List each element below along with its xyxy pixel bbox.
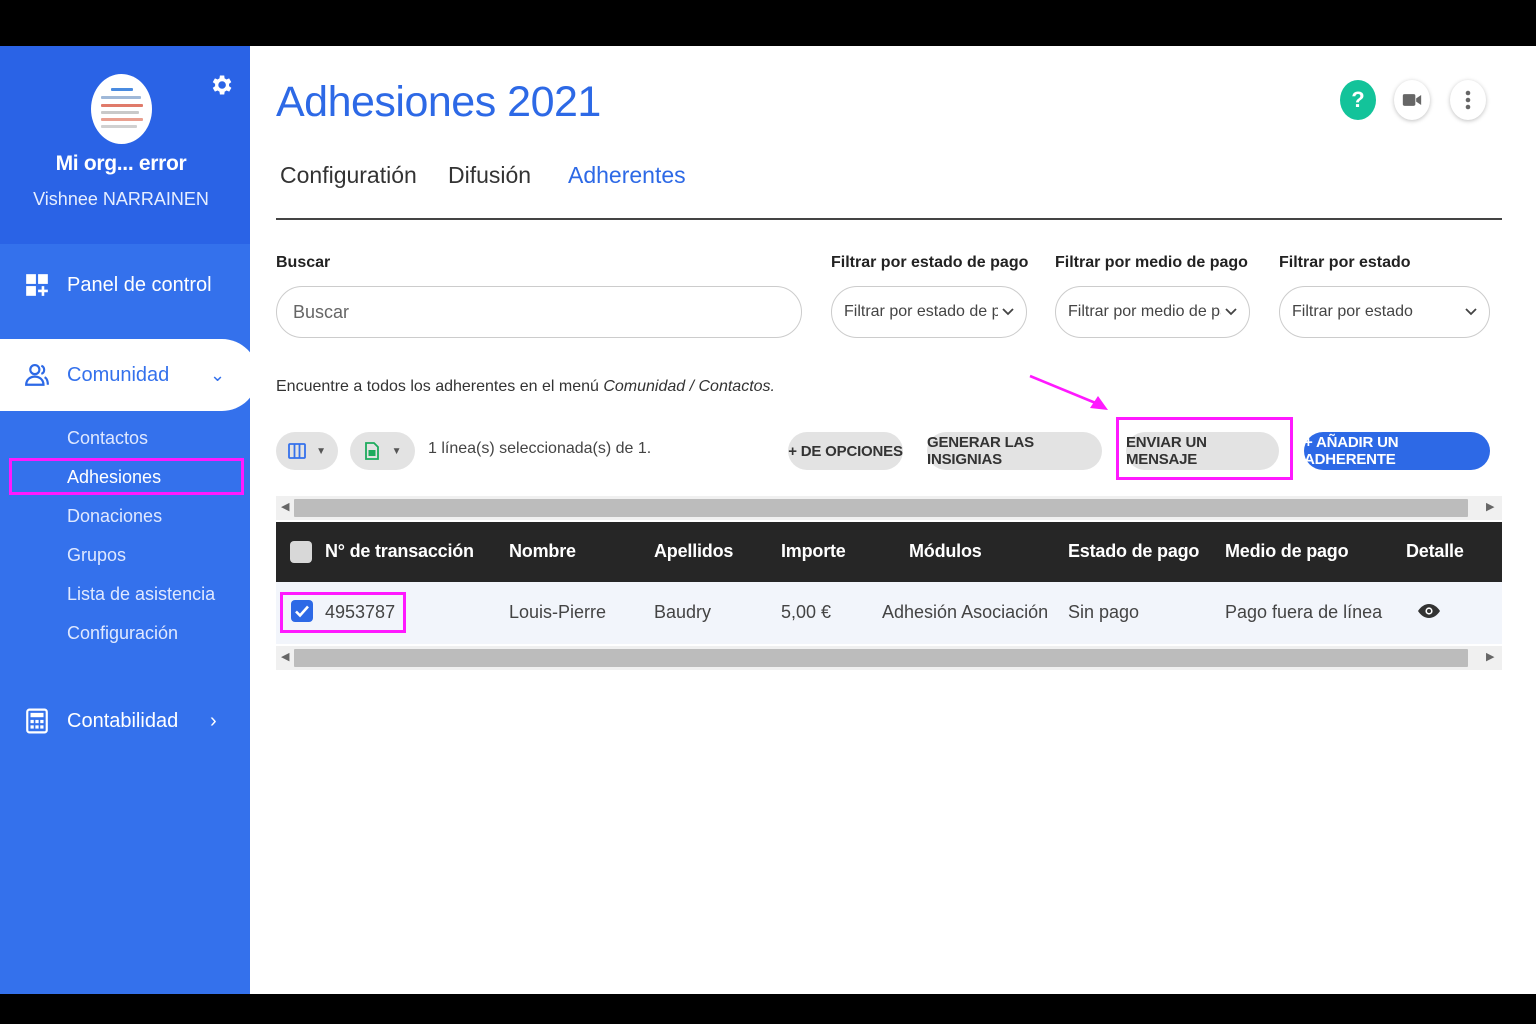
- select-all-checkbox[interactable]: [290, 541, 312, 563]
- submenu-attendance[interactable]: Lista de asistencia: [67, 584, 215, 605]
- payment-method-label: Filtrar por medio de pago: [1055, 254, 1248, 271]
- annotation-highlight-row: [280, 592, 406, 633]
- cell-module: Adhesión Asociación: [882, 602, 1049, 622]
- letterbox-top: [0, 0, 1536, 46]
- search-label: Buscar: [276, 254, 331, 271]
- column-header[interactable]: Nombre: [509, 541, 576, 562]
- letterbox-bottom: [0, 994, 1536, 1024]
- tab-configuration[interactable]: Configuratión: [280, 162, 417, 189]
- app-window: Mi org... error Vishnee NARRAINEN Panel …: [0, 46, 1536, 994]
- sidebar-item-label: Panel de control: [67, 273, 212, 296]
- cell-payment-method: Pago fuera de línea: [1225, 602, 1383, 622]
- scroll-left-icon[interactable]: ◀: [281, 500, 289, 513]
- column-header[interactable]: Módulos: [909, 541, 982, 562]
- scroll-right-icon[interactable]: ▶: [1486, 650, 1494, 663]
- column-header[interactable]: Apellidos: [654, 541, 733, 562]
- cell-first-name: Louis-Pierre: [509, 602, 607, 622]
- column-header[interactable]: Importe: [781, 541, 846, 562]
- table-header: N° de transacción Nombre Apellidos Impor…: [276, 522, 1502, 582]
- help-button[interactable]: ?: [1340, 80, 1376, 120]
- column-header[interactable]: Detalle: [1406, 541, 1464, 562]
- column-header[interactable]: N° de transacción: [325, 541, 474, 562]
- org-name: Mi org... error: [55, 152, 187, 175]
- submenu-groups[interactable]: Grupos: [67, 545, 126, 566]
- annotation-highlight-memberships: [9, 458, 244, 495]
- state-label: Filtrar por estado: [1279, 254, 1411, 271]
- tab-diffusion[interactable]: Difusión: [448, 162, 531, 189]
- dashboard-icon: [26, 274, 48, 296]
- more-vertical-icon: [1465, 90, 1471, 110]
- submenu-contacts[interactable]: Contactos: [67, 428, 148, 449]
- contacts-hint: Encuentre a todos los adherentes en el m…: [276, 378, 775, 396]
- export-button[interactable]: ▼: [350, 432, 415, 470]
- table-row[interactable]: 4953787 Louis-Pierre Baudry 5,00 € Adhes…: [276, 582, 1502, 644]
- annotation-arrow: [1029, 374, 1108, 410]
- user-name: Vishnee NARRAINEN: [33, 189, 209, 209]
- submenu-donations[interactable]: Donaciones: [67, 506, 162, 527]
- state-value: Filtrar por estado: [1292, 303, 1413, 320]
- submenu-configuration[interactable]: Configuración: [67, 623, 178, 644]
- column-header[interactable]: Estado de pago: [1068, 541, 1199, 562]
- table-scrollbar-bottom[interactable]: ◀ ▶: [276, 646, 1502, 670]
- column-header[interactable]: Medio de pago: [1225, 541, 1349, 562]
- chevron-down-icon: [1002, 308, 1014, 316]
- search-input[interactable]: [276, 286, 802, 338]
- sidebar-item-community[interactable]: Comunidad ⌄: [0, 339, 258, 411]
- payment-state-label: Filtrar por estado de pago: [831, 254, 1029, 271]
- generate-badges-button[interactable]: GENERAR LAS INSIGNIAS: [927, 432, 1102, 470]
- columns-icon: [288, 443, 307, 459]
- tab-divider: [276, 218, 1502, 220]
- cell-payment-state: Sin pago: [1068, 602, 1140, 622]
- columns-toggle-button[interactable]: ▼: [276, 432, 338, 470]
- chevron-down-icon: [1225, 308, 1237, 316]
- org-block: Mi org... error Vishnee NARRAINEN: [0, 46, 250, 244]
- hint-path: Comunidad / Contactos.: [603, 378, 775, 395]
- more-options-button[interactable]: + DE OPCIONES: [788, 432, 903, 470]
- payment-method-select[interactable]: Filtrar por medio de pago: [1055, 286, 1250, 338]
- tab-members[interactable]: Adherentes: [568, 162, 686, 189]
- scroll-left-icon[interactable]: ◀: [281, 650, 289, 663]
- sidebar-item-label: Comunidad: [67, 363, 170, 386]
- sidebar-item-dashboard[interactable]: Panel de control: [0, 255, 250, 315]
- calculator-icon: [26, 708, 48, 734]
- community-icon: [25, 363, 49, 386]
- selection-count: 1 línea(s) seleccionada(s) de 1.: [428, 440, 652, 457]
- table-scrollbar-top[interactable]: ◀ ▶: [276, 496, 1502, 520]
- video-button[interactable]: [1394, 80, 1430, 120]
- payment-method-value: Filtrar por medio de pago: [1068, 303, 1221, 320]
- chevron-down-icon: [1465, 308, 1477, 316]
- scrollbar-thumb[interactable]: [294, 499, 1468, 517]
- eye-icon[interactable]: [1417, 603, 1441, 619]
- sidebar-item-accounting[interactable]: Contabilidad ›: [0, 691, 250, 751]
- sidebar-item-label: Contabilidad: [67, 709, 179, 732]
- sidebar: Mi org... error Vishnee NARRAINEN Panel …: [0, 46, 258, 994]
- chevron-right-icon: ›: [210, 709, 217, 732]
- page-title: Adhesiones 2021: [276, 78, 601, 126]
- caret-down-icon: ▼: [391, 445, 402, 457]
- payment-state-value: Filtrar por estado de pago: [844, 303, 998, 320]
- spreadsheet-icon: [364, 442, 379, 460]
- more-menu-button[interactable]: [1450, 80, 1486, 120]
- help-icon: ?: [1351, 87, 1365, 112]
- annotation-highlight-send-message: [1116, 417, 1293, 480]
- state-select[interactable]: Filtrar por estado: [1279, 286, 1490, 338]
- gear-icon[interactable]: [208, 72, 234, 98]
- video-camera-icon: [1402, 94, 1422, 106]
- cell-amount: 5,00 €: [781, 602, 832, 622]
- caret-down-icon: ▼: [316, 445, 326, 457]
- scrollbar-thumb[interactable]: [294, 649, 1468, 667]
- chevron-down-icon: ⌄: [210, 364, 226, 385]
- cell-last-name: Baudry: [654, 602, 712, 622]
- scroll-right-icon[interactable]: ▶: [1486, 500, 1494, 513]
- add-member-button[interactable]: + AÑADIR UN ADHERENTE: [1304, 432, 1490, 470]
- hint-text: Encuentre a todos los adherentes en el m…: [276, 378, 604, 395]
- avatar[interactable]: [91, 74, 152, 144]
- payment-state-select[interactable]: Filtrar por estado de pago: [831, 286, 1027, 338]
